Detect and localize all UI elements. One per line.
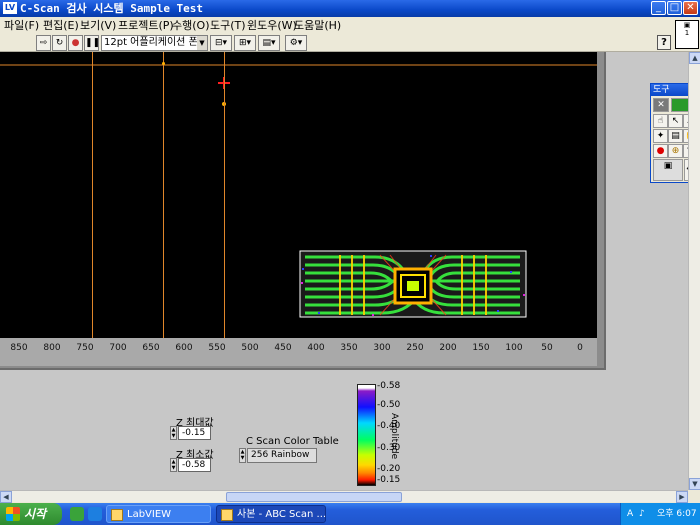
menu-tools[interactable]: 도구(T) [210,19,246,32]
language-indicator-icon[interactable]: A [627,503,633,525]
operate-hand-icon[interactable]: ☝ [653,114,668,128]
title-bar: LV C-Scan 검사 시스템 Sample Test _ □ ✕ [0,0,700,17]
run-continuous-icon[interactable]: ↻ [52,35,67,51]
x-tick-label: 100 [505,343,523,353]
system-tray: A ♪ 오후 6:07 [620,503,700,525]
menu-window[interactable]: 윈도우(W) [247,19,297,32]
z-min-increment[interactable]: ▲ ▼ [170,458,177,472]
position-arrow-icon[interactable]: ↖ [668,114,683,128]
legend-tick-label: -0.58 [377,381,401,391]
task-label: LabVIEW [127,509,172,520]
clock[interactable]: 오후 6:07 [657,503,697,525]
x-tick-label: 450 [274,343,292,353]
start-label: 시작 [24,507,47,521]
z-min-input[interactable]: -0.58 [178,458,211,472]
task-label: 사본 - ABC Scan ... [237,509,326,520]
horizontal-scrollbar[interactable]: ◀ ▶ [0,490,688,503]
wiring-icon[interactable]: ✦ [653,129,668,143]
menu-project[interactable]: 프로젝트(P) [118,19,174,32]
x-tick-label: 650 [142,343,160,353]
x-tick-label: 250 [406,343,424,353]
x-tick-label: 0 [577,343,583,353]
menu-help[interactable]: 도움말(H) [294,19,341,32]
breakpoint-icon[interactable]: ● [653,144,668,158]
font-select-value: 12pt 어플리케이션 폰트 [104,37,207,48]
quicklaunch-browser-icon[interactable] [88,507,102,521]
vertical-scrollbar[interactable]: ▲ ▼ [688,52,700,490]
x-tick-label: 50 [541,343,553,353]
font-select[interactable]: 12pt 어플리케이션 폰트 ▼ [101,35,208,51]
toolbar: ⇨ ↻ ● ❚❚ 12pt 어플리케이션 폰트 ▼ ⊟▾ ⊞▾ ▤▾ ⚙▾ [0,34,700,52]
close-button[interactable]: ✕ [683,1,698,15]
intensity-graph-plot[interactable] [0,52,597,338]
vi-window-icon [221,509,233,521]
abort-icon[interactable]: ● [68,35,83,51]
cursor-vertical-line-1[interactable] [92,52,93,366]
quicklaunch-ie-icon[interactable] [70,507,84,521]
auto-tool-icon[interactable]: ✕ [653,98,669,112]
scroll-left-icon[interactable]: ◀ [0,491,12,503]
x-tick-label: 800 [43,343,61,353]
cursor-vertical-line-3[interactable] [224,52,225,366]
task-abc-scan[interactable]: 사본 - ABC Scan ... [216,505,326,523]
x-tick-label: 200 [439,343,457,353]
scroll-up-icon[interactable]: ▲ [689,52,700,64]
windows-logo-icon [6,507,20,521]
run-arrow-icon[interactable]: ⇨ [36,35,51,51]
distribute-objects-icon[interactable]: ⊞▾ [234,35,256,51]
legend-axis-label: Amplitude [389,413,399,460]
menu-edit[interactable]: 편집(E) [43,19,79,32]
cursor-vertical-line-2[interactable] [163,52,164,366]
taskbar: 시작 LabVIEW 사본 - ABC Scan ... A ♪ 오후 6:07 [0,503,700,525]
x-tick-label: 300 [373,343,391,353]
legend-tick-label: -0.50 [377,400,401,410]
x-tick-label: 750 [76,343,94,353]
x-tick-label: 600 [175,343,193,353]
color-table-increment[interactable]: ▲ ▼ [239,448,246,463]
labview-icon: LV [3,2,17,14]
minimize-button[interactable]: _ [651,1,666,15]
x-tick-label: 500 [241,343,259,353]
labview-icon [111,509,123,521]
shortcut-menu-icon[interactable]: ▤ [668,129,683,143]
pause-icon[interactable]: ❚❚ [84,35,100,51]
menu-operate[interactable]: 수행(O) [172,19,209,32]
window-title: C-Scan 검사 시스템 Sample Test [20,2,204,15]
menu-file[interactable]: 파일(F) [4,19,39,32]
probe-icon[interactable]: ⊕ [668,144,683,158]
align-objects-icon[interactable]: ⊟▾ [210,35,232,51]
color-table-label: C Scan Color Table [246,436,339,447]
c-scan-image [0,64,597,318]
vi-icon: ▣ 1 [675,20,699,49]
color-table-ring[interactable]: 256 Rainbow [247,448,317,463]
menu-view[interactable]: 보기(V) [80,19,116,32]
x-tick-label: 150 [472,343,490,353]
x-tick-label: 400 [307,343,325,353]
color-scale-bar[interactable] [357,384,376,486]
x-tick-label: 700 [109,343,127,353]
chevron-down-icon: ▼ [197,36,207,50]
maximize-button[interactable]: □ [667,1,682,15]
z-max-increment[interactable]: ▲ ▼ [170,426,177,440]
scroll-right-icon[interactable]: ▶ [676,491,688,503]
help-button[interactable]: ? [657,35,671,50]
scroll-thumb[interactable] [226,492,402,502]
x-tick-label: 350 [340,343,358,353]
legend-tick-label: -0.20 [377,464,401,474]
resize-objects-icon[interactable]: ▤▾ [258,35,280,51]
legend-tick-label: -0.15 [377,475,401,485]
reorder-icon[interactable]: ⚙▾ [285,35,307,51]
scroll-down-icon[interactable]: ▼ [689,478,700,490]
color-swatch-icon[interactable]: ▣ [653,159,683,181]
volume-icon[interactable]: ♪ [639,503,645,525]
scan-part [299,250,527,318]
task-labview[interactable]: LabVIEW [106,505,211,523]
cursor-point-2 [162,62,165,65]
x-tick-label: 550 [208,343,226,353]
x-tick-label: 850 [10,343,28,353]
start-button[interactable]: 시작 [0,503,62,525]
z-max-input[interactable]: -0.15 [178,426,211,440]
menu-bar: 파일(F) 편집(E) 보기(V) 프로젝트(P) 수행(O) 도구(T) 윈도… [0,17,700,34]
